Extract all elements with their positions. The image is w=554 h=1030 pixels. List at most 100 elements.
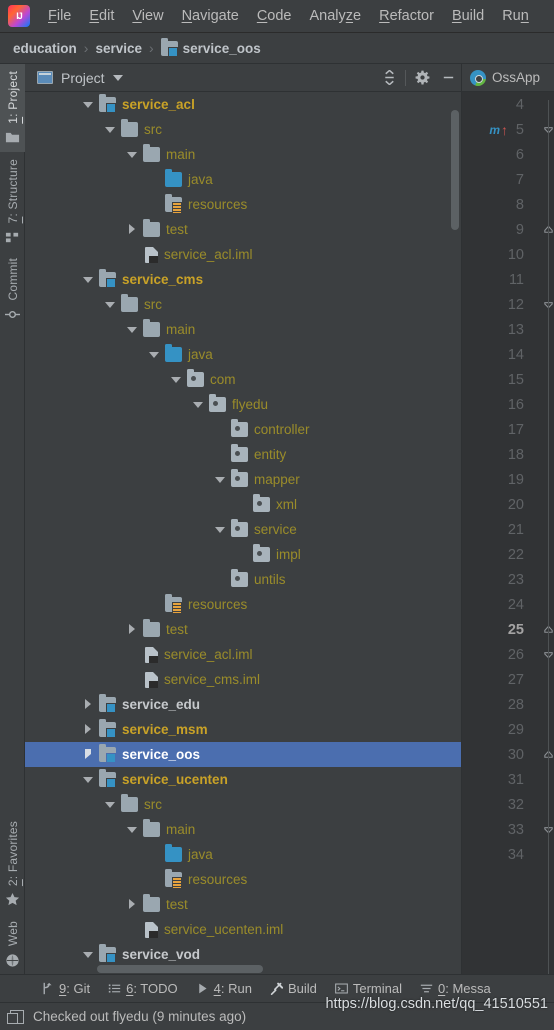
tree-row[interactable]: main: [25, 142, 461, 167]
tool-window-tab-commit[interactable]: Commit: [0, 251, 25, 329]
override-method-icon[interactable]: m ↑: [489, 123, 508, 137]
package-icon: [231, 569, 248, 587]
breadcrumb-item-folder[interactable]: service: [95, 41, 142, 56]
tree-row[interactable]: java: [25, 342, 461, 367]
tool-window-button-todo[interactable]: 6: TODO: [99, 975, 187, 1003]
gutter-line-number: 4: [462, 92, 554, 117]
chevron-down-icon[interactable]: [149, 349, 160, 360]
tool-window-button-git[interactable]: 9: Git: [32, 975, 99, 1003]
tree-row[interactable]: main: [25, 817, 461, 842]
breadcrumb-item-project[interactable]: education: [13, 41, 77, 56]
tree-row[interactable]: xml: [25, 492, 461, 517]
menu-item-build[interactable]: Build: [443, 4, 493, 28]
chevron-right-icon[interactable]: [127, 224, 138, 235]
tree-row[interactable]: service_msm: [25, 717, 461, 742]
tool-window-tab-structure[interactable]: 7: Structure: [0, 152, 25, 251]
tree-row-label: main: [166, 822, 196, 837]
tool-window-tab-web[interactable]: Web: [0, 914, 25, 974]
tree-row[interactable]: resources: [25, 592, 461, 617]
tree-row[interactable]: flyedu: [25, 392, 461, 417]
chevron-down-icon[interactable]: [127, 324, 138, 335]
tree-row[interactable]: src: [25, 292, 461, 317]
tree-row[interactable]: src: [25, 117, 461, 142]
line-number: 6: [515, 146, 524, 163]
gutter-line-number: 28: [462, 692, 554, 717]
chevron-right-icon[interactable]: [83, 749, 94, 760]
tree-row-label: src: [144, 797, 162, 812]
folder-icon: [143, 319, 160, 337]
tree-row[interactable]: mapper: [25, 467, 461, 492]
tree-row[interactable]: main: [25, 317, 461, 342]
menu-item-code[interactable]: Code: [248, 4, 301, 28]
menu-item-file[interactable]: File: [39, 4, 80, 28]
settings-button[interactable]: [409, 64, 435, 92]
tree-row[interactable]: service_acl.iml: [25, 642, 461, 667]
project-tree-horizontal-scrollbar[interactable]: [97, 965, 263, 973]
chevron-down-icon[interactable]: [83, 274, 94, 285]
tree-row[interactable]: service_edu: [25, 692, 461, 717]
tool-window-button-build[interactable]: Build: [261, 975, 326, 1003]
tool-window-tab-favorites[interactable]: 2: Favorites: [0, 814, 25, 914]
tree-row[interactable]: service_oos: [25, 742, 461, 767]
tree-row[interactable]: resources: [25, 867, 461, 892]
tree-row[interactable]: resources: [25, 192, 461, 217]
tree-row[interactable]: service_ucenten.iml: [25, 917, 461, 942]
menu-item-navigate[interactable]: Navigate: [173, 4, 248, 28]
editor-gutter[interactable]: 4 5 m ↑ 6 7 8 9 10 11 12 13 14 15 16 17 18 19 20 21 22 23 24 25…: [462, 92, 554, 974]
tree-row[interactable]: java: [25, 167, 461, 192]
chevron-down-icon[interactable]: [171, 374, 182, 385]
menu-item-view[interactable]: View: [123, 4, 172, 28]
chevron-down-icon[interactable]: [193, 399, 204, 410]
menu-item-edit[interactable]: Edit: [80, 4, 123, 28]
chevron-right-icon[interactable]: [127, 899, 138, 910]
tree-row[interactable]: service_vod: [25, 942, 461, 967]
chevron-right-icon[interactable]: [127, 624, 138, 635]
tree-row[interactable]: service_acl: [25, 92, 461, 117]
tree-row[interactable]: src: [25, 792, 461, 817]
chevron-down-icon[interactable]: [215, 474, 226, 485]
tree-row[interactable]: test: [25, 892, 461, 917]
tool-window-tab-label: Commit: [5, 258, 20, 301]
chevron-down-icon[interactable]: [127, 824, 138, 835]
chevron-down-icon[interactable]: [83, 774, 94, 785]
chevron-right-icon[interactable]: [83, 724, 94, 735]
menu-item-analyze[interactable]: Analyze: [301, 4, 371, 28]
gutter-line-number: 30: [462, 742, 554, 767]
tree-row[interactable]: service_cms: [25, 267, 461, 292]
chevron-right-icon[interactable]: [83, 699, 94, 710]
tree-row[interactable]: entity: [25, 442, 461, 467]
tree-row[interactable]: impl: [25, 542, 461, 567]
tree-row[interactable]: test: [25, 217, 461, 242]
editor-tab-ossapp[interactable]: OssApp: [462, 64, 540, 92]
breadcrumb[interactable]: education › service › service_oos: [0, 33, 554, 64]
chevron-down-icon[interactable]: [127, 149, 138, 160]
breadcrumb-item-module[interactable]: service_oos: [183, 41, 261, 56]
tool-window-tab-project[interactable]: 1: Project: [0, 64, 25, 152]
tree-row[interactable]: service_acl.iml: [25, 242, 461, 267]
chevron-down-icon[interactable]: [105, 124, 116, 135]
chevron-down-icon[interactable]: [105, 299, 116, 310]
tree-row[interactable]: controller: [25, 417, 461, 442]
tree-row[interactable]: com: [25, 367, 461, 392]
project-tree-vertical-scrollbar[interactable]: [451, 110, 459, 230]
hide-button[interactable]: [435, 64, 461, 92]
chevron-down-icon[interactable]: [112, 74, 123, 81]
tree-row[interactable]: service_cms.iml: [25, 667, 461, 692]
tool-window-button-run[interactable]: 4: Run: [187, 975, 261, 1003]
vcs-window-icon[interactable]: [7, 1009, 24, 1024]
tree-row[interactable]: java: [25, 842, 461, 867]
chevron-down-icon[interactable]: [215, 524, 226, 535]
chevron-down-icon[interactable]: [83, 949, 94, 960]
tree-row[interactable]: test: [25, 617, 461, 642]
tree-row[interactable]: service: [25, 517, 461, 542]
menu-item-refactor[interactable]: Refactor: [370, 4, 443, 28]
tree-row[interactable]: untils: [25, 567, 461, 592]
chevron-down-icon[interactable]: [105, 799, 116, 810]
collapse-all-button[interactable]: [376, 64, 402, 92]
chevron-down-icon[interactable]: [83, 99, 94, 110]
menu-item-run[interactable]: Run: [493, 4, 538, 28]
project-tree[interactable]: service_acl src main java resources test servi…: [25, 92, 461, 974]
resources-root-folder-icon: [165, 194, 182, 214]
tree-row[interactable]: service_ucenten: [25, 767, 461, 792]
